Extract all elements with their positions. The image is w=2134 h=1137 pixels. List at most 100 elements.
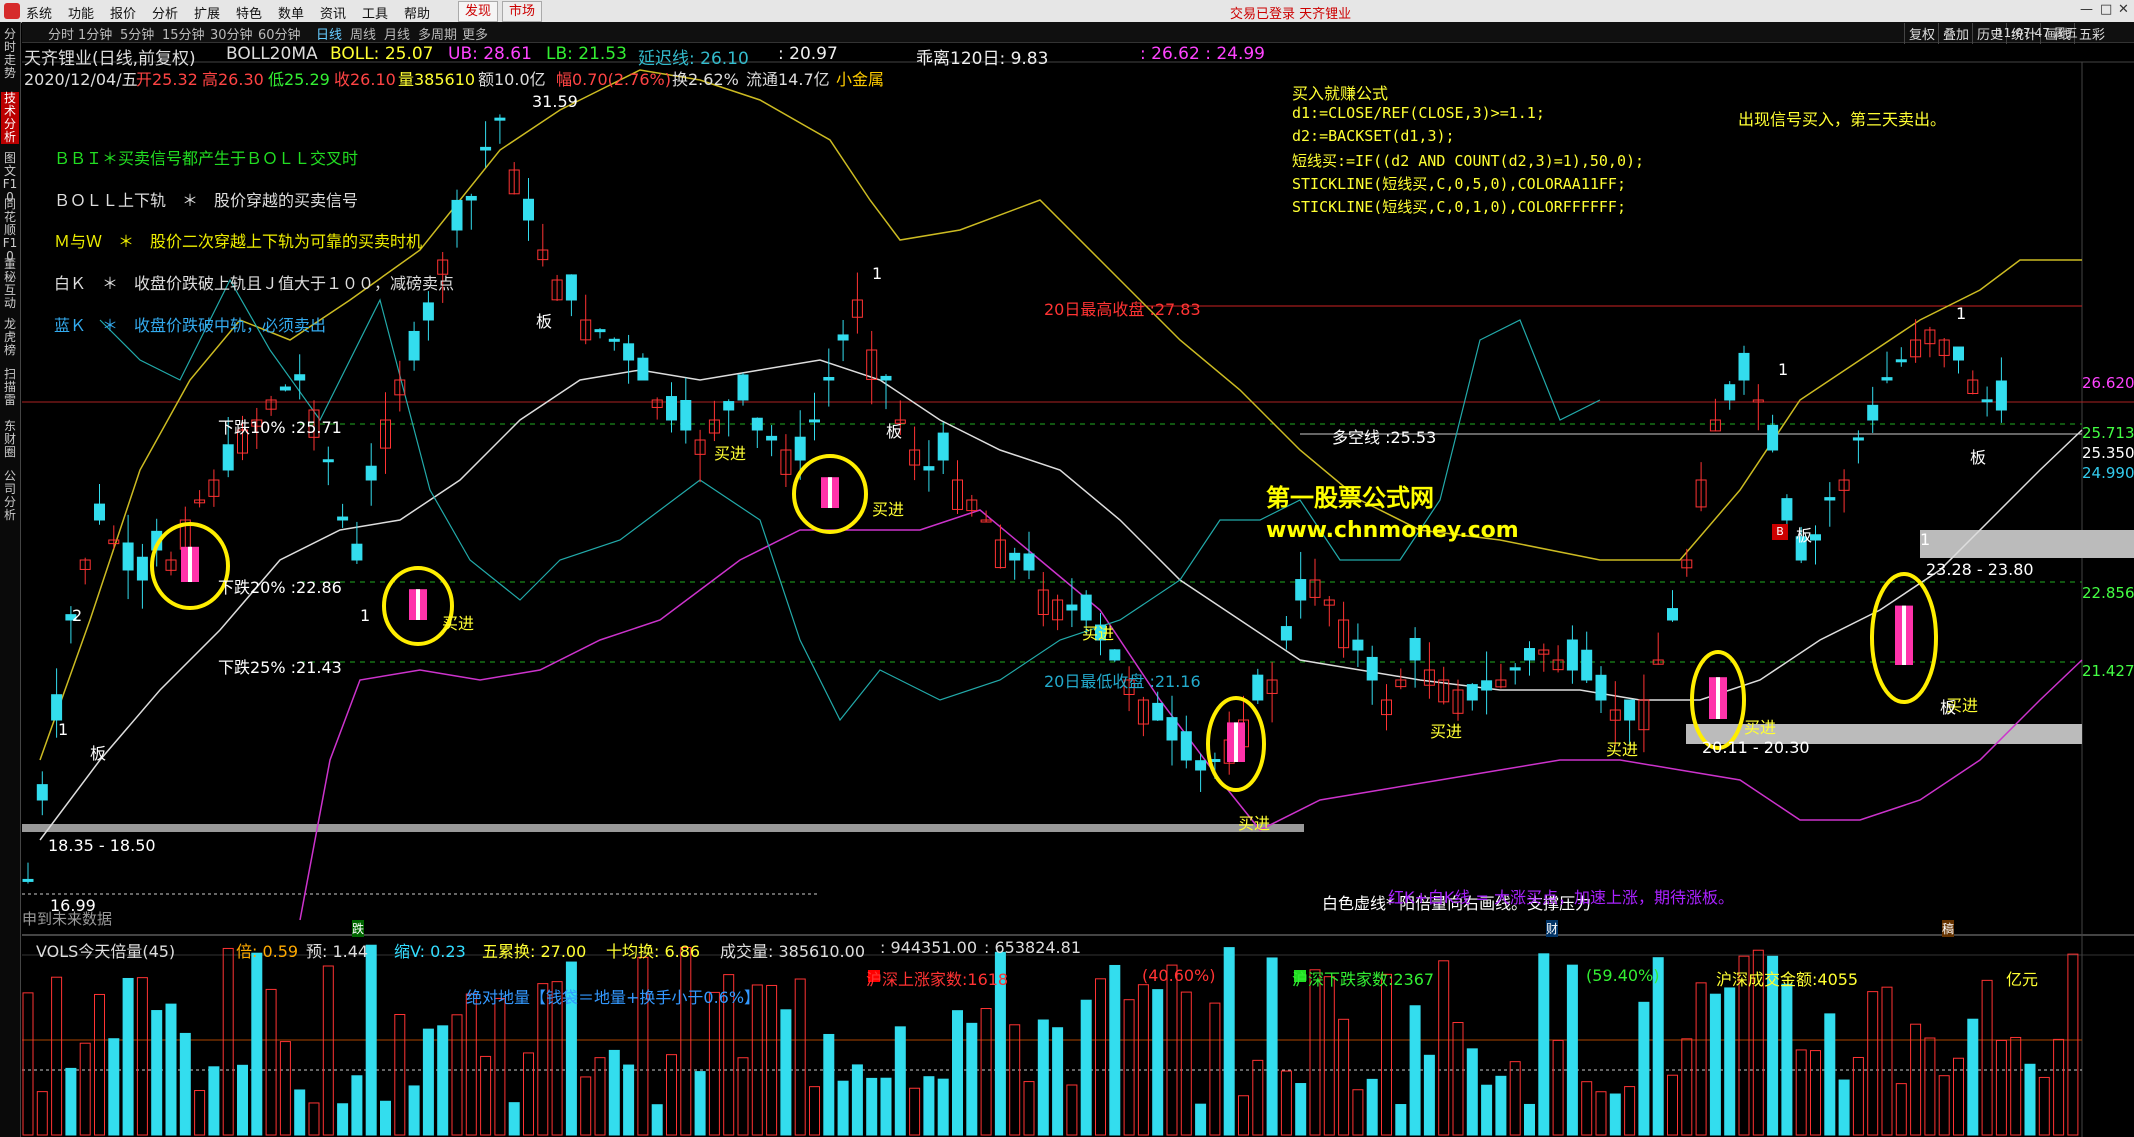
volume-bar: [1252, 1059, 1264, 1136]
vol-indicator-name[interactable]: VOLS今天倍量(45): [36, 938, 175, 962]
volume-bar: [1137, 984, 1149, 1136]
volume-bar: [837, 1080, 849, 1136]
volume-bar: [694, 1071, 706, 1136]
volume-bar: [194, 1090, 206, 1136]
annot-range-1: 18.35 - 18.50: [48, 836, 156, 855]
candle-body: [1166, 717, 1178, 741]
volume-bar: [1195, 1103, 1207, 1136]
volume-bar: [1552, 1039, 1564, 1136]
candle-body: [1995, 380, 2007, 411]
market-up-count: 沪深上涨家数:1618: [866, 970, 1009, 989]
volume-bar: [208, 1066, 220, 1136]
volume-bar: [494, 997, 506, 1136]
volume-bar: [222, 947, 234, 1136]
volume-bar: [1910, 1023, 1922, 1136]
market-down-count: 沪深下跌家数:2367: [1292, 970, 1435, 989]
vol-ground-note: 绝对地量【钱袋＝地量+换手小于0.6%】: [466, 988, 761, 1007]
axis-price-2: 25.713: [2082, 424, 2134, 442]
candle-body: [1152, 702, 1164, 721]
volume-bar: [294, 1089, 306, 1136]
volume-bar: [1238, 1095, 1249, 1136]
count-marker: 1: [360, 606, 371, 625]
sector-tag: 小金属: [836, 70, 885, 89]
volume-bar: [422, 1028, 434, 1136]
volume-bar: [1395, 1104, 1407, 1136]
volume-bar: [1366, 1078, 1378, 1136]
volume-bar: [680, 946, 692, 1136]
candle-body: [1066, 604, 1078, 611]
candle-body: [565, 274, 577, 301]
volume-bar: [937, 1078, 949, 1136]
candle-body: [322, 459, 334, 463]
volume-bar: [394, 1014, 406, 1136]
vol-v3: : 653824.81: [984, 938, 1081, 957]
candle-body: [1252, 674, 1264, 701]
candle-body: [480, 146, 492, 151]
volume-bar: [866, 1077, 878, 1136]
volume-bar: [966, 1022, 978, 1136]
buy-signal-bar: [1716, 677, 1720, 719]
candle-body: [136, 556, 148, 581]
volume-bar: [880, 1077, 892, 1136]
volume-bar: [1981, 979, 1993, 1136]
candle-body: [1080, 594, 1092, 621]
volume-bar: [22, 992, 34, 1136]
volume-bar: [980, 1008, 992, 1136]
legend-line-2: ＢＯＬＬ上下轨 ＊ 股价穿越的买卖信号: [54, 191, 359, 210]
volume-bar: [2067, 953, 2079, 1136]
candle-body: [1781, 498, 1793, 521]
candle-body: [1509, 667, 1521, 671]
event-marker[interactable]: 财: [1546, 920, 1559, 937]
volume-bar: [737, 1057, 749, 1136]
volume-bar: [237, 1064, 248, 1136]
volume-bar: [1280, 1070, 1292, 1136]
volume-bar: [1095, 978, 1106, 1136]
annot-high-price: 31.59: [532, 92, 578, 111]
vol-wuli: 五累换: 27.00: [482, 942, 587, 961]
volume-bar: [623, 1064, 635, 1136]
vol-v2: : 944351.00: [880, 938, 977, 957]
annot-drop-10: 下跌10% :25.71: [218, 418, 342, 437]
vol-bei: 倍: 0.59: [236, 942, 299, 961]
axis-price-4: 24.990: [2082, 464, 2134, 482]
vol-volume: 成交量: 385610.00: [720, 942, 866, 961]
formula-line-1: d1:=CLOSE/REF(CLOSE,3)>=1.1;: [1292, 104, 1545, 122]
volume-bar: [523, 1052, 534, 1136]
vol-yu: 预: 1.44: [306, 942, 369, 961]
volume-bar: [923, 1076, 935, 1136]
volume-bar: [251, 952, 263, 1136]
volume-bar: [1037, 1019, 1049, 1136]
candle-body: [823, 377, 835, 381]
volume-bar: [1924, 1037, 1936, 1136]
candle-body: [1724, 384, 1736, 401]
volume-bar: [1609, 1093, 1621, 1136]
annot-range-2: 23.28 - 23.80: [1926, 560, 2034, 579]
volume-bar: [1052, 1027, 1064, 1136]
candle-body: [1366, 656, 1378, 681]
limit-up-label: 板: [1796, 526, 1813, 545]
volume-bar: [1581, 1081, 1593, 1136]
boll-value: BOLL: 25.07: [330, 44, 434, 64]
volume-bar: [1895, 1083, 1907, 1136]
volume-bar: [1995, 1039, 2007, 1136]
volume-bar: [108, 1038, 120, 1136]
indicator-name[interactable]: BOLL20MA: [226, 44, 318, 64]
candle-body: [1466, 684, 1478, 701]
volume-bar: [1824, 1013, 1836, 1136]
volume-bar: [351, 1075, 363, 1136]
event-marker[interactable]: 稿: [1942, 920, 1955, 937]
candle-body: [1109, 649, 1121, 661]
volume-bar: [1423, 1054, 1435, 1136]
volume-bar: [322, 965, 334, 1136]
volume-bar: [1881, 986, 1893, 1136]
event-marker[interactable]: 跌: [352, 920, 365, 937]
candle-body: [680, 400, 692, 431]
volume-bar: [1495, 1075, 1507, 1136]
volume-bar: [451, 1014, 463, 1136]
volume-bar: [580, 1076, 592, 1136]
limit-up-label: 板: [886, 422, 903, 441]
candle-body: [1852, 437, 1864, 441]
volume-bar: [465, 993, 477, 1136]
volume-bar: [1681, 1038, 1693, 1136]
candle-body: [36, 784, 48, 801]
